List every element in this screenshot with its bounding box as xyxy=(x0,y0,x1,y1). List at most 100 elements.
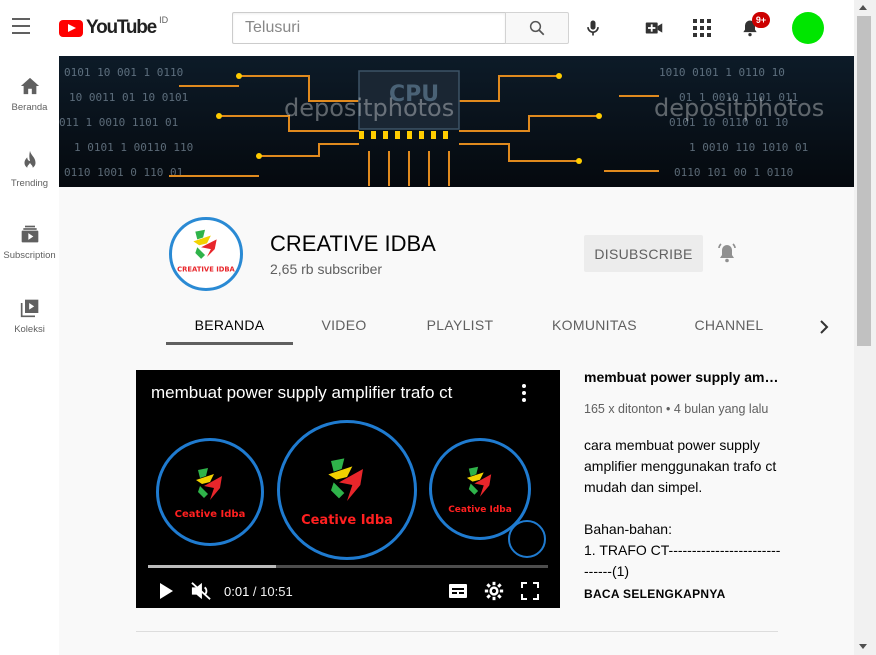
tab-video[interactable]: VIDEO xyxy=(293,303,395,347)
video-logo-text: Ceative Idba xyxy=(174,509,246,520)
tab-playlist[interactable]: PLAYLIST xyxy=(395,303,525,347)
section-divider xyxy=(136,631,778,632)
player-title: membuat power supply amplifier trafo ct xyxy=(151,383,453,402)
tab-channel[interactable]: CHANNEL xyxy=(664,303,794,347)
user-avatar[interactable] xyxy=(792,12,824,44)
logo-text: YouTube xyxy=(86,17,157,38)
video-title-link[interactable]: membuat power supply amplifier trafo ct xyxy=(584,369,784,385)
settings-button[interactable] xyxy=(482,579,506,603)
fire-icon xyxy=(24,150,35,171)
description-line: Bahan-bahan: xyxy=(584,521,672,537)
description-line: cara membuat power supply amplifier meng… xyxy=(584,437,777,495)
menu-icon[interactable] xyxy=(12,18,34,38)
duration: 10:51 xyxy=(260,584,293,599)
play-icon xyxy=(160,583,173,599)
channel-banner: 0101 10 001 1 0110 10 0011 01 10 0101 01… xyxy=(59,56,854,187)
banner-watermark-2: depositphotos xyxy=(654,94,824,122)
search-button[interactable] xyxy=(505,12,569,44)
sidebar-item-library[interactable]: Koleksi xyxy=(0,278,59,352)
banner-circuit-art: 0101 10 001 1 0110 10 0011 01 10 0101 01… xyxy=(59,56,854,187)
logo-mark-icon xyxy=(196,468,222,500)
video-logo-text: Ceative Idba xyxy=(301,512,393,528)
time-display: 0:01 / 10:51 xyxy=(224,584,293,599)
apps-grid-icon xyxy=(693,19,711,37)
search-icon xyxy=(529,20,545,36)
logo-mark-icon xyxy=(328,457,363,501)
svg-text:1010 0101 1 0110 10: 1010 0101 1 0110 10 xyxy=(659,66,785,79)
sidebar-item-subscriptions[interactable]: Subscription xyxy=(0,204,59,278)
channel-logo: CREATIVE IDBA xyxy=(177,229,236,273)
tab-beranda[interactable]: BERANDA xyxy=(166,303,293,347)
main-content: 0101 10 001 1 0110 10 0011 01 10 0101 01… xyxy=(59,56,854,655)
svg-text:0110 101 00 1 0110: 0110 101 00 1 0110 xyxy=(674,166,793,179)
search-input[interactable] xyxy=(232,12,505,44)
video-player[interactable]: membuat power supply amplifier trafo ct … xyxy=(136,370,560,608)
channel-avatar-text: CREATIVE IDBA xyxy=(177,265,235,273)
voice-search-button[interactable] xyxy=(580,14,606,42)
svg-text:0101 10 001 1 0110: 0101 10 001 1 0110 xyxy=(64,66,183,79)
svg-text:1 0101 1 00110 110: 1 0101 1 00110 110 xyxy=(74,141,193,154)
chevron-right-icon xyxy=(820,320,829,334)
logo-mark-icon xyxy=(466,466,492,497)
current-time: 0:01 xyxy=(224,584,250,599)
unsubscribe-button[interactable]: DISUBSCRIBE xyxy=(584,235,703,272)
progress-bar-fill xyxy=(148,565,276,568)
channel-watermark[interactable] xyxy=(508,520,546,558)
video-logo-text: Ceative Idba xyxy=(448,505,512,515)
tabs-scroll-right-button[interactable] xyxy=(812,315,836,339)
fullscreen-icon xyxy=(521,582,539,600)
video-camera-add-icon xyxy=(645,22,663,34)
player-more-button[interactable] xyxy=(514,382,534,404)
play-button[interactable] xyxy=(154,579,178,603)
bell-ring-icon xyxy=(718,243,736,263)
channel-tabs: BERANDA VIDEO PLAYLIST KOMUNITAS CHANNEL xyxy=(166,303,846,347)
fullscreen-button[interactable] xyxy=(518,579,542,603)
player-controls: 0:01 / 10:51 xyxy=(136,575,560,608)
scroll-up-arrow-icon[interactable] xyxy=(859,5,867,10)
apps-button[interactable] xyxy=(689,15,715,41)
sidebar-item-label: Beranda xyxy=(11,102,48,113)
home-icon xyxy=(20,77,39,95)
mic-icon xyxy=(587,20,599,36)
read-more-link[interactable]: BACA SELENGKAPNYA xyxy=(584,587,726,601)
volume-muted-icon xyxy=(191,582,211,600)
video-logo-center: Ceative Idba xyxy=(277,420,417,560)
mute-button[interactable] xyxy=(189,579,213,603)
youtube-play-icon xyxy=(59,19,83,37)
subscriptions-icon xyxy=(21,225,38,243)
scroll-down-arrow-icon[interactable] xyxy=(859,644,867,649)
subtitles-icon xyxy=(449,584,467,598)
notification-bell-button[interactable] xyxy=(714,240,740,266)
youtube-logo[interactable]: YouTube ID xyxy=(59,15,169,40)
sidebar-item-label: Koleksi xyxy=(14,324,45,335)
country-code: ID xyxy=(159,15,169,25)
scrollbar-thumb[interactable] xyxy=(857,16,871,346)
notification-badge: 9+ xyxy=(752,12,770,28)
svg-text:0110 1001 0 110 01: 0110 1001 0 110 01 xyxy=(64,166,183,179)
featured-section: membuat power supply amplifier trafo ct … xyxy=(59,347,854,655)
progress-bar[interactable] xyxy=(148,565,548,568)
page-scrollbar[interactable] xyxy=(854,0,876,655)
description-line: 1. TRAFO CT-----------------------------… xyxy=(584,542,781,579)
svg-text:011 1 0010 1101 01: 011 1 0010 1101 01 xyxy=(59,116,178,129)
sidebar-item-label: Trending xyxy=(10,178,49,189)
library-icon xyxy=(20,299,38,318)
video-meta: 165 x ditonton • 4 bulan yang lalu xyxy=(584,402,769,416)
channel-header: CREATIVE IDBA CREATIVE IDBA 2,65 rb subs… xyxy=(59,187,854,347)
top-bar: YouTube ID 9+ xyxy=(0,0,856,56)
gear-icon xyxy=(484,581,504,601)
subscriber-count: 2,65 rb subscriber xyxy=(270,261,383,277)
video-logo-left: Ceative Idba xyxy=(156,438,264,546)
create-video-button[interactable] xyxy=(641,15,667,41)
sidebar-item-trending[interactable]: Trending xyxy=(0,130,59,204)
tab-komunitas[interactable]: KOMUNITAS xyxy=(525,303,664,347)
banner-watermark-1: depositphotos xyxy=(284,94,454,122)
subtitles-button[interactable] xyxy=(446,579,470,603)
svg-text:10 0011 01 10 0101: 10 0011 01 10 0101 xyxy=(69,91,188,104)
sidebar-item-home[interactable]: Beranda xyxy=(0,56,59,130)
description-line xyxy=(584,498,784,519)
channel-avatar[interactable]: CREATIVE IDBA xyxy=(169,217,243,291)
channel-name: CREATIVE IDBA xyxy=(270,231,436,256)
svg-text:1 0010 110 1010 01: 1 0010 110 1010 01 xyxy=(689,141,808,154)
video-description: cara membuat power supply amplifier meng… xyxy=(584,435,784,582)
